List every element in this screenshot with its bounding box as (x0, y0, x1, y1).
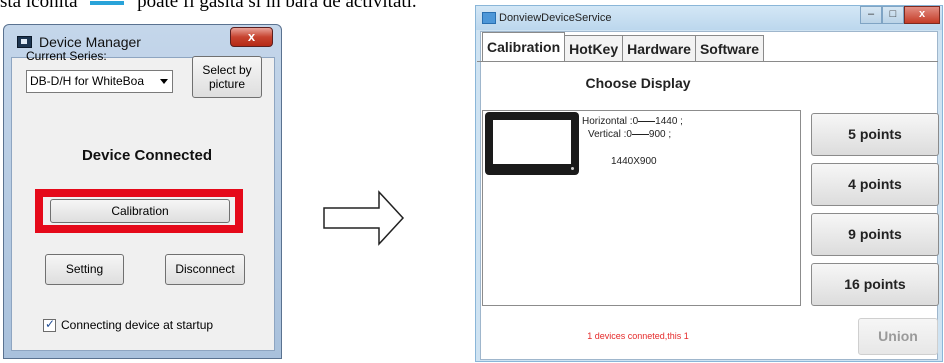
tab-divider (477, 61, 938, 62)
caption-text-after: poate fi gasita si in bara de activitati… (137, 0, 417, 12)
close-button[interactable]: x (230, 27, 273, 47)
monitor-icon[interactable] (485, 112, 579, 175)
setting-button[interactable]: Setting (45, 254, 124, 285)
tab-calibration[interactable]: Calibration (482, 32, 566, 61)
horizontal-max: 1440 ; (655, 116, 683, 127)
device-manager-title: Device Manager (39, 34, 141, 50)
startup-checkbox[interactable] (43, 317, 56, 332)
five-points-button[interactable]: 5 points (811, 113, 939, 156)
donview-titlebar[interactable]: DonviewDeviceService – □ x (476, 6, 942, 30)
device-status-text: 1 devices conneted,this 1 (587, 331, 689, 341)
right-arrow-icon (323, 190, 405, 246)
series-value: DB-D/H for WhiteBoa (30, 74, 145, 88)
vertical-range: Vertical :0 900 ; (588, 129, 671, 140)
tab-software[interactable]: Software (694, 35, 765, 61)
disconnect-button[interactable]: Disconnect (165, 254, 245, 285)
app-icon (17, 36, 32, 48)
instruction-caption: sta iconita poate fi gasita si in bara d… (0, 0, 417, 13)
tab-hardware[interactable]: Hardware (622, 35, 696, 61)
tab-bar: Calibration HotKey Hardware Software (482, 32, 765, 61)
donview-title: DonviewDeviceService (499, 12, 612, 24)
maximize-button[interactable]: □ (882, 6, 904, 24)
resolution-text: 1440X900 (611, 156, 657, 167)
sixteen-points-button[interactable]: 16 points (811, 263, 939, 306)
vertical-max: 900 ; (648, 129, 672, 140)
calibration-button[interactable]: Calibration (50, 199, 230, 223)
range-line (638, 120, 656, 122)
calibration-highlight-box: Calibration (35, 189, 243, 233)
caption-text-before: sta iconita (0, 0, 78, 12)
current-series-label: Current Series: (26, 49, 107, 63)
app-icon (482, 12, 496, 24)
choose-display-heading: Choose Display (585, 75, 691, 91)
vertical-label: Vertical :0 (588, 129, 632, 140)
horizontal-label: Horizontal :0 (582, 116, 639, 127)
close-button[interactable]: x (904, 6, 940, 24)
series-dropdown[interactable]: DB-D/H for WhiteBoa (26, 70, 173, 93)
tab-hotkey[interactable]: HotKey (564, 35, 624, 61)
select-by-picture-button[interactable]: Select by picture (192, 56, 262, 98)
four-points-button[interactable]: 4 points (811, 163, 939, 206)
taskbar-icon (90, 0, 125, 5)
device-connected-status: Device Connected (81, 147, 213, 164)
startup-label: Connecting device at startup (61, 318, 214, 332)
chevron-down-icon (160, 79, 168, 84)
nine-points-button[interactable]: 9 points (811, 213, 939, 256)
window-controls: – □ x (860, 6, 940, 24)
horizontal-range: Horizontal :0 1440 ; (582, 116, 683, 127)
union-button[interactable]: Union (858, 318, 938, 355)
startup-checkbox-row[interactable]: Connecting device at startup (43, 317, 214, 332)
range-line (631, 133, 649, 135)
minimize-button[interactable]: – (860, 6, 882, 24)
